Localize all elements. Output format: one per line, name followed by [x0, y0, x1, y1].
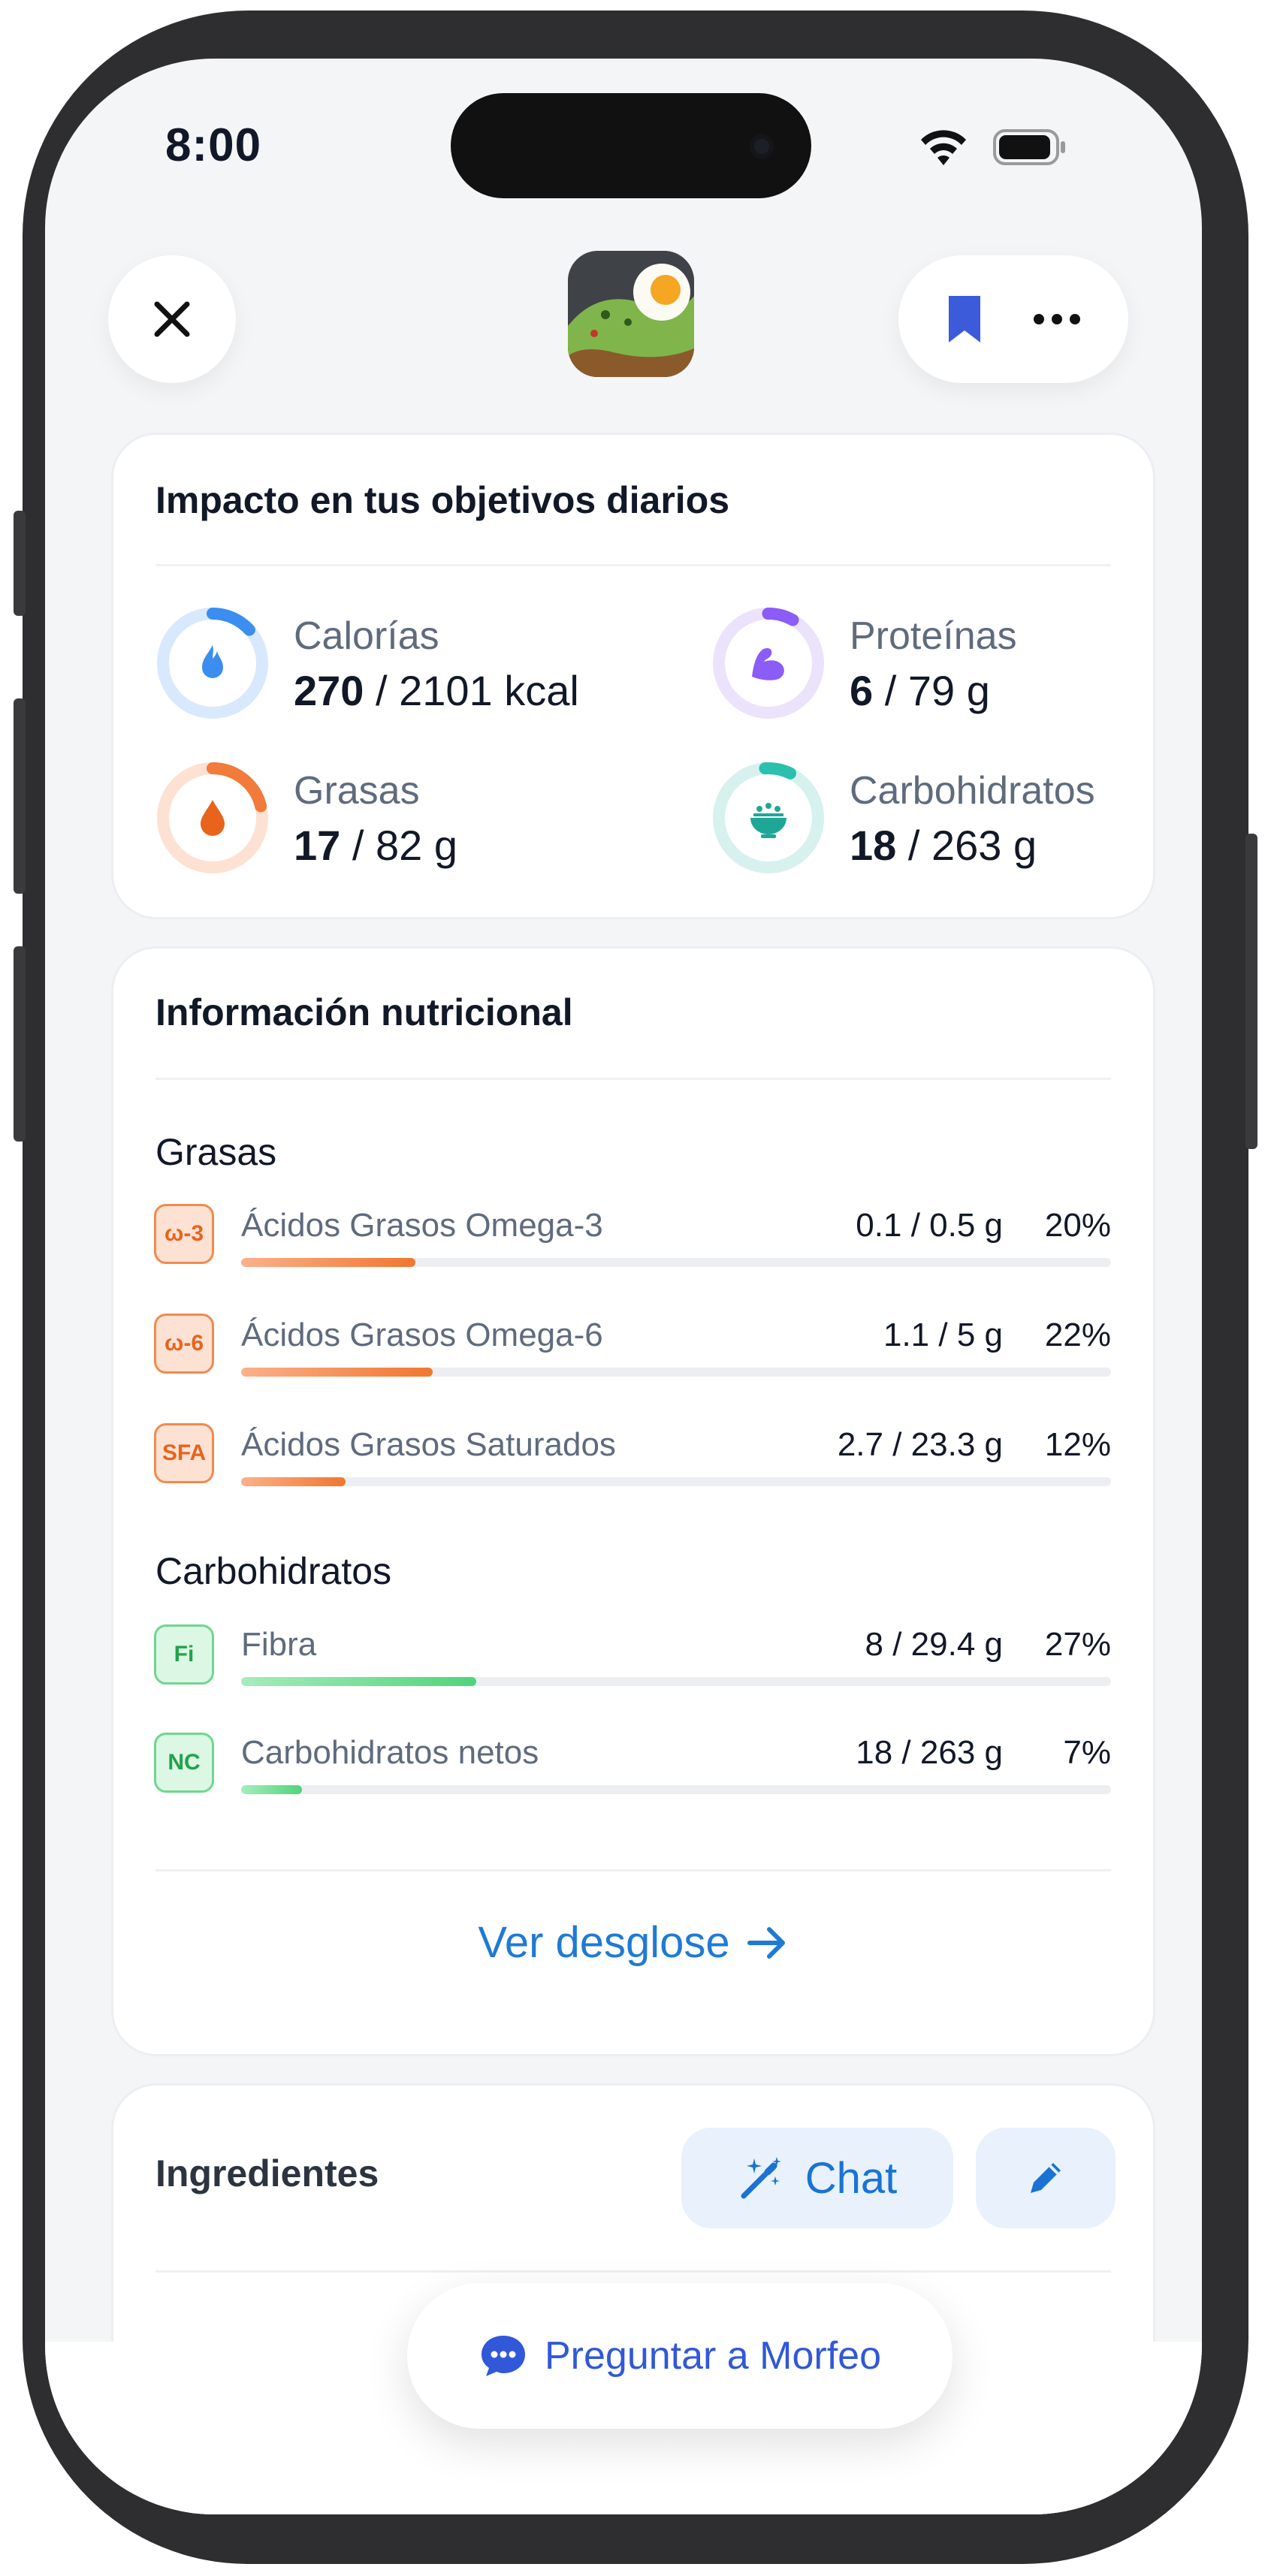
flame-icon	[202, 645, 223, 678]
progress-bar-net-carbs	[241, 1785, 1111, 1794]
badge-sfa: SFA	[154, 1423, 214, 1483]
badge-fiber: Fi	[154, 1624, 214, 1685]
goal-value-calories: 270 / 2101 kcal	[294, 667, 579, 714]
dynamic-island	[451, 93, 811, 198]
side-button-power	[1245, 834, 1257, 1149]
goal-ring-carbs	[711, 761, 826, 875]
goal-label-fats: Grasas	[294, 769, 420, 813]
nutrient-name-net-carbs: Carbohidratos netos	[241, 1734, 539, 1771]
daily-goals-title: Impacto en tus objetivos diarios	[155, 479, 730, 521]
section-heading-carbs: Carbohidratos	[155, 1550, 392, 1592]
arrow-right-icon	[747, 1926, 785, 1959]
edit-button[interactable]	[976, 2128, 1116, 2228]
badge-omega3: ω-3	[154, 1204, 214, 1264]
badge-omega6: ω-6	[154, 1314, 214, 1374]
progress-bar-fiber	[241, 1677, 1111, 1686]
view-breakdown-label: Ver desglose	[478, 1918, 730, 1967]
screen: 8:00 Impacto en tus objetivos diarios Ca…	[45, 59, 1202, 2514]
goal-label-protein: Proteínas	[850, 614, 1017, 658]
goal-label-calories: Calorías	[294, 614, 439, 658]
progress-bar-sfa	[241, 1477, 1111, 1486]
nutrient-pct-fiber: 27%	[1044, 1626, 1111, 1663]
divider	[155, 1078, 1111, 1080]
wifi-icon	[921, 130, 966, 165]
progress-fill	[241, 1368, 433, 1377]
close-button[interactable]	[108, 255, 236, 383]
progress-fill	[241, 1677, 476, 1686]
goal-value-protein: 6 / 79 g	[850, 667, 990, 714]
close-icon	[154, 301, 190, 337]
muscle-icon	[752, 648, 784, 680]
goal-label-carbs: Carbohidratos	[850, 769, 1095, 813]
nutrient-pct-omega3: 20%	[1044, 1207, 1111, 1244]
nutrient-pct-omega6: 22%	[1044, 1317, 1111, 1353]
progress-bar-omega3	[241, 1258, 1111, 1267]
chat-button-label: Chat	[805, 2153, 898, 2203]
goal-ring-fats	[155, 761, 270, 875]
section-heading-fats: Grasas	[155, 1131, 277, 1173]
nutrient-amount-fiber: 8 / 29.4 g	[865, 1626, 1003, 1663]
food-image	[568, 251, 694, 377]
side-button-volume-down	[14, 946, 26, 1142]
drop-icon	[201, 800, 225, 836]
progress-bar-omega6	[241, 1368, 1111, 1377]
nutrition-title: Información nutricional	[155, 991, 573, 1033]
nutrition-card: Información nutricional Grasas ω-3 Ácido…	[111, 946, 1155, 2056]
goal-ring-calories	[155, 606, 270, 720]
chat-bubble-icon	[481, 2336, 525, 2376]
goal-value-fats: 17 / 82 g	[294, 822, 457, 869]
divider	[155, 564, 1111, 566]
magic-wand-icon	[741, 2157, 781, 2199]
nutrient-name-omega6: Ácidos Grasos Omega-6	[241, 1317, 603, 1353]
header-actions	[898, 255, 1128, 383]
view-breakdown-link[interactable]: Ver desglose	[113, 1917, 1153, 1968]
ask-morfeo-button[interactable]: Preguntar a Morfeo	[407, 2283, 952, 2429]
food-thumbnail[interactable]	[568, 251, 694, 377]
progress-fill	[241, 1477, 346, 1486]
pencil-icon	[1031, 2163, 1061, 2193]
divider	[155, 1869, 1111, 1872]
ingredients-title: Ingredientes	[155, 2152, 379, 2194]
goal-ring-protein	[711, 606, 826, 720]
nutrient-name-omega3: Ácidos Grasos Omega-3	[241, 1207, 603, 1244]
nutrient-amount-sfa: 2.7 / 23.3 g	[837, 1426, 1003, 1463]
goal-value-carbs: 18 / 263 g	[850, 822, 1037, 869]
side-button-volume-up	[14, 698, 26, 894]
nutrient-amount-net-carbs: 18 / 263 g	[856, 1734, 1003, 1771]
ask-morfeo-label: Preguntar a Morfeo	[544, 2334, 882, 2378]
side-button-action	[14, 511, 26, 616]
rice-bowl-icon	[750, 803, 786, 838]
progress-fill	[241, 1785, 303, 1794]
badge-net-carbs: NC	[154, 1733, 214, 1793]
nutrient-amount-omega6: 1.1 / 5 g	[883, 1317, 1003, 1353]
nutrient-name-sfa: Ácidos Grasos Saturados	[241, 1426, 616, 1463]
nutrient-pct-sfa: 12%	[1044, 1426, 1111, 1463]
nutrient-name-fiber: Fibra	[241, 1626, 317, 1663]
battery-icon	[993, 129, 1065, 165]
nutrient-amount-omega3: 0.1 / 0.5 g	[856, 1207, 1003, 1244]
status-time: 8:00	[165, 119, 262, 171]
nutrient-pct-net-carbs: 7%	[1063, 1734, 1111, 1771]
progress-fill	[241, 1258, 415, 1267]
daily-goals-card: Impacto en tus objetivos diarios Caloría…	[111, 433, 1155, 919]
divider	[155, 2270, 1111, 2273]
camera-icon	[750, 134, 774, 158]
bookmark-icon[interactable]	[946, 293, 983, 345]
more-icon[interactable]	[1033, 313, 1081, 325]
chat-button[interactable]: Chat	[681, 2128, 953, 2228]
